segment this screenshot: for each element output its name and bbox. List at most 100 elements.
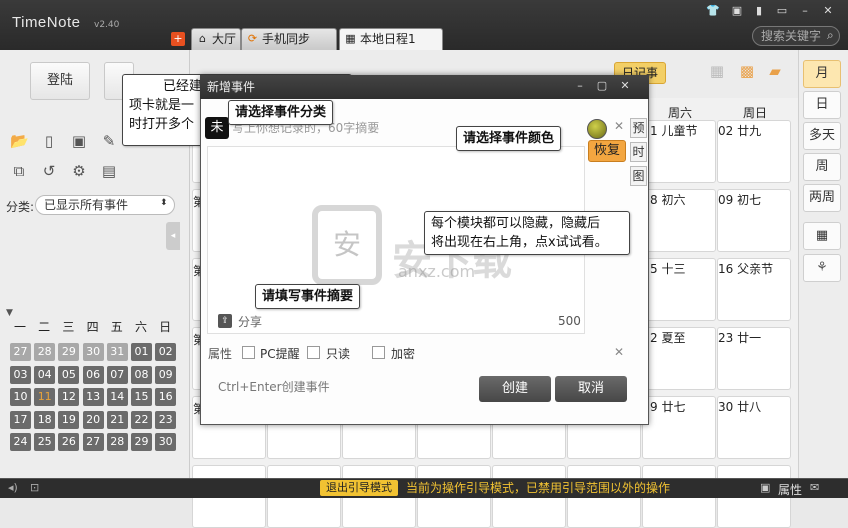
search-icon[interactable]: ⌕ <box>827 28 834 43</box>
close-icon[interactable]: ✕ <box>614 345 624 359</box>
cell-date-sun: 16 父亲节 <box>718 262 774 276</box>
unlock-icon[interactable]: ⊡ <box>30 481 39 494</box>
undo-icon[interactable]: ↺ <box>40 162 58 180</box>
calendar-day[interactable]: 29 <box>131 433 152 451</box>
view-button[interactable]: 日 <box>803 91 841 119</box>
calendar-day[interactable]: 24 <box>10 433 31 451</box>
close-icon[interactable]: ✕ <box>617 79 633 93</box>
calendar-day[interactable]: 28 <box>106 433 128 451</box>
layout-grid-icon[interactable]: ▦ <box>708 62 726 80</box>
encrypt-label: 加密 <box>391 347 416 361</box>
callout-text: 将出现在右上角，点x试试看。 <box>431 235 608 250</box>
pc-remind-label: PC提醒 <box>260 347 300 361</box>
cell-date-sat: 8 初六 <box>650 193 686 207</box>
add-tab-icon[interactable]: + <box>171 32 185 46</box>
calendar-day[interactable]: 22 <box>131 410 152 429</box>
tab-label: 本地日程1 <box>360 32 416 46</box>
lock-icon[interactable]: ▮ <box>750 4 768 18</box>
view-button[interactable]: 月 <box>803 60 841 88</box>
calendar-day[interactable]: 08 <box>131 365 152 384</box>
category-select[interactable]: 已显示所有事件 <box>35 195 175 215</box>
skin-icon[interactable]: 👕 <box>704 4 722 18</box>
view-button[interactable]: 两周 <box>803 184 841 212</box>
layout-folder-icon[interactable]: ▰ <box>766 62 784 80</box>
folder-icon[interactable]: 📂 <box>10 132 29 150</box>
calendar-day[interactable]: 27 <box>82 433 104 451</box>
event-color-picker[interactable] <box>587 119 607 139</box>
time-tab[interactable]: 时 <box>630 142 647 162</box>
calendar-day[interactable]: 04 <box>34 365 56 384</box>
cell-date-sat: 2 夏至 <box>650 331 686 345</box>
maximize-icon[interactable]: ▢ <box>594 79 610 93</box>
collapse-panel-handle[interactable]: ◂ <box>166 222 180 250</box>
view-button[interactable]: 周 <box>803 153 841 181</box>
calendar-day[interactable]: 19 <box>58 410 80 429</box>
calendar-icon[interactable]: ▦ <box>803 222 841 250</box>
calendar-day[interactable]: 25 <box>34 433 56 451</box>
clipboard-icon[interactable]: ▤ <box>100 162 118 180</box>
calendar-day[interactable]: 26 <box>58 433 80 451</box>
cell-date-sat: 1 儿童节 <box>650 124 698 138</box>
calendar-day[interactable]: 03 <box>10 365 31 384</box>
sprout-icon[interactable]: ⚘ <box>803 254 841 282</box>
calendar-day[interactable]: 16 <box>155 388 177 406</box>
chat-icon[interactable]: ✉ <box>810 481 819 494</box>
minimize-icon[interactable]: – <box>572 79 588 93</box>
image-tab[interactable]: 图 <box>630 166 647 186</box>
encrypt-checkbox[interactable] <box>372 346 385 359</box>
calendar-day[interactable]: 17 <box>10 410 31 429</box>
file-icon[interactable]: ▯ <box>40 132 58 150</box>
share-icon[interactable]: ⇪ <box>218 314 232 328</box>
cancel-button[interactable]: 取消 <box>555 376 627 402</box>
restore-button[interactable]: 恢复 <box>588 140 626 162</box>
calendar-day[interactable]: 10 <box>10 388 31 406</box>
calendar-day[interactable]: 20 <box>82 410 104 429</box>
calendar-day[interactable]: 15 <box>131 388 152 406</box>
copy-icon[interactable]: ⧉ <box>10 162 28 180</box>
calendar-day[interactable]: 30 <box>82 343 104 361</box>
create-button[interactable]: 创建 <box>479 376 551 402</box>
calendar-day[interactable]: 28 <box>34 343 56 361</box>
properties-label: 属性 <box>208 347 233 361</box>
tab-local-schedule[interactable]: ▦ 本地日程1 <box>339 28 443 50</box>
calendar-day[interactable]: 12 <box>58 388 80 406</box>
view-button[interactable]: 多天 <box>803 122 841 150</box>
calendar-day[interactable]: 11 <box>34 388 56 406</box>
tab-lobby[interactable]: ⌂ 大厅 <box>191 28 241 50</box>
calendar-day[interactable]: 09 <box>155 365 177 384</box>
calendar-day[interactable]: 30 <box>155 433 177 451</box>
calendar-day[interactable]: 06 <box>82 365 104 384</box>
calendar-day[interactable]: 21 <box>106 410 128 429</box>
readonly-checkbox[interactable] <box>307 346 320 359</box>
sound-icon[interactable]: ◂) <box>8 481 18 494</box>
properties-link[interactable]: 属性 <box>778 481 802 498</box>
save-icon[interactable]: ▣ <box>70 132 88 150</box>
calendar-day[interactable]: 31 <box>106 343 128 361</box>
minimize-icon[interactable]: – <box>796 4 814 18</box>
preview-tab[interactable]: 预 <box>630 118 647 138</box>
tab-mobile-sync[interactable]: ⟳ 手机同步 <box>241 28 337 50</box>
calendar-day[interactable]: 29 <box>58 343 80 361</box>
calendar-day[interactable]: 02 <box>155 343 177 361</box>
login-button[interactable]: 登陆 <box>30 62 90 100</box>
close-icon[interactable]: ✕ <box>819 4 837 18</box>
calendar-day[interactable]: 18 <box>34 410 56 429</box>
settings-window-icon[interactable]: ▣ <box>728 4 746 18</box>
calendar-day[interactable]: 05 <box>58 365 80 384</box>
pc-remind-checkbox[interactable] <box>242 346 255 359</box>
calendar-day[interactable]: 01 <box>131 343 152 361</box>
exit-guide-button[interactable]: 退出引导模式 <box>320 480 398 496</box>
calendar-day[interactable]: 27 <box>10 343 31 361</box>
edit-icon[interactable]: ✎ <box>100 132 118 150</box>
calendar-day[interactable]: 23 <box>155 410 177 429</box>
calendar-day[interactable]: 07 <box>106 365 128 384</box>
calendar-day[interactable]: 14 <box>106 388 128 406</box>
layout-tiles-icon[interactable]: ▩ <box>738 62 756 80</box>
calendar-day[interactable]: 13 <box>82 388 104 406</box>
menu-icon[interactable]: ▭ <box>773 4 791 18</box>
close-icon[interactable]: ✕ <box>614 119 624 133</box>
category-chip[interactable]: 未 <box>205 117 229 139</box>
share-label[interactable]: 分享 <box>238 313 262 330</box>
cell-date-sat: 9 廿七 <box>650 400 686 414</box>
gear-icon[interactable]: ⚙ <box>70 162 88 180</box>
